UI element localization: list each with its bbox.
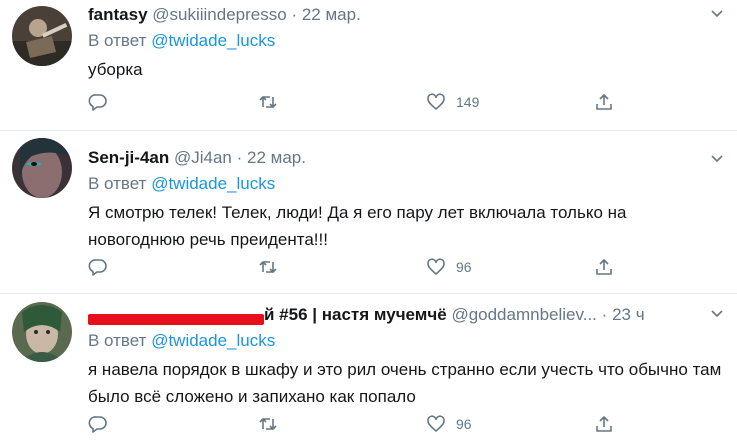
retweet-icon xyxy=(259,261,277,273)
reply-context: В ответ @twidade_lucks xyxy=(88,330,725,352)
reply-button[interactable] xyxy=(88,90,108,114)
user-handle[interactable]: @sukiiindepresso xyxy=(152,5,286,24)
reply-context: В ответ @twidade_lucks xyxy=(88,173,725,195)
tweet-text: я навела порядок в шкафу и это рил очень… xyxy=(88,360,722,406)
redaction-bar xyxy=(88,314,264,325)
tweet-header: fantasy @sukiiindepresso · 22 мар. xyxy=(88,4,725,26)
mention-link[interactable]: @twidade_lucks xyxy=(151,174,275,193)
retweet-icon xyxy=(259,96,277,108)
avatar[interactable] xyxy=(12,138,72,198)
user-handle[interactable]: @Ji4an xyxy=(174,148,232,167)
avatar[interactable] xyxy=(12,302,72,362)
avatar[interactable] xyxy=(12,6,72,66)
tweet-text: Я смотрю телек! Телек, люди! Да я его па… xyxy=(88,203,627,249)
chevron-down-icon[interactable] xyxy=(709,306,725,322)
retweet-button[interactable] xyxy=(258,90,278,114)
like-icon xyxy=(427,415,445,432)
separator-dot: · xyxy=(236,148,243,167)
timestamp[interactable]: 22 мар. xyxy=(302,5,361,24)
reply-icon xyxy=(88,259,107,276)
retweet-button[interactable] xyxy=(258,412,278,436)
user-handle[interactable]: @goddamnbeliev... xyxy=(451,305,596,324)
tweet-actions: 96 xyxy=(88,255,725,279)
share-button[interactable] xyxy=(594,255,614,279)
separator-dot: · xyxy=(291,5,298,24)
reply-context: В ответ @twidade_lucks xyxy=(88,30,725,52)
chevron-down-icon[interactable] xyxy=(709,151,725,167)
separator-dot: · xyxy=(601,305,608,324)
tweet-header: й #56 | настя мучемчё @goddamnbeliev... … xyxy=(88,304,725,326)
tweet-actions: 149 xyxy=(88,90,725,114)
share-button[interactable] xyxy=(594,412,614,436)
like-button[interactable]: 96 xyxy=(426,412,472,436)
reply-button[interactable] xyxy=(88,255,108,279)
like-button[interactable]: 96 xyxy=(426,255,472,279)
reply-prefix: В ответ xyxy=(88,331,147,350)
tweet-header: Sen-ji-4an @Ji4an · 22 мар. xyxy=(88,147,725,169)
tweet-actions: 96 xyxy=(88,412,725,436)
share-icon xyxy=(596,416,612,432)
retweet-button[interactable] xyxy=(258,255,278,279)
reply-icon xyxy=(88,416,107,433)
retweet-icon xyxy=(259,418,277,430)
share-icon xyxy=(596,259,612,275)
reply-button[interactable] xyxy=(88,412,108,436)
reply-icon xyxy=(88,94,107,111)
display-name[interactable]: й #56 | настя мучемчё xyxy=(264,305,447,324)
timestamp[interactable]: 22 мар. xyxy=(247,148,306,167)
display-name[interactable]: fantasy xyxy=(88,5,148,24)
mention-link[interactable]: @twidade_lucks xyxy=(151,331,275,350)
tweet[interactable]: fantasy @sukiiindepresso · 22 мар. В отв… xyxy=(0,0,737,131)
display-name[interactable]: Sen-ji-4an xyxy=(88,148,169,167)
mention-link[interactable]: @twidade_lucks xyxy=(151,31,275,50)
like-count: 149 xyxy=(456,94,480,110)
like-button[interactable]: 149 xyxy=(426,90,479,114)
share-button[interactable] xyxy=(594,90,614,114)
like-icon xyxy=(427,258,445,275)
tweet[interactable]: Sen-ji-4an @Ji4an · 22 мар. В ответ @twi… xyxy=(0,131,737,294)
reply-prefix: В ответ xyxy=(88,174,147,193)
share-icon xyxy=(596,94,612,110)
tweet[interactable]: й #56 | настя мучемчё @goddamnbeliev... … xyxy=(0,294,737,447)
like-count: 96 xyxy=(456,259,472,275)
chevron-down-icon[interactable] xyxy=(709,6,725,22)
like-icon xyxy=(427,93,445,110)
reply-prefix: В ответ xyxy=(88,31,147,50)
tweet-text: уборка xyxy=(88,60,143,79)
like-count: 96 xyxy=(456,416,472,432)
timestamp[interactable]: 23 ч xyxy=(612,305,645,324)
